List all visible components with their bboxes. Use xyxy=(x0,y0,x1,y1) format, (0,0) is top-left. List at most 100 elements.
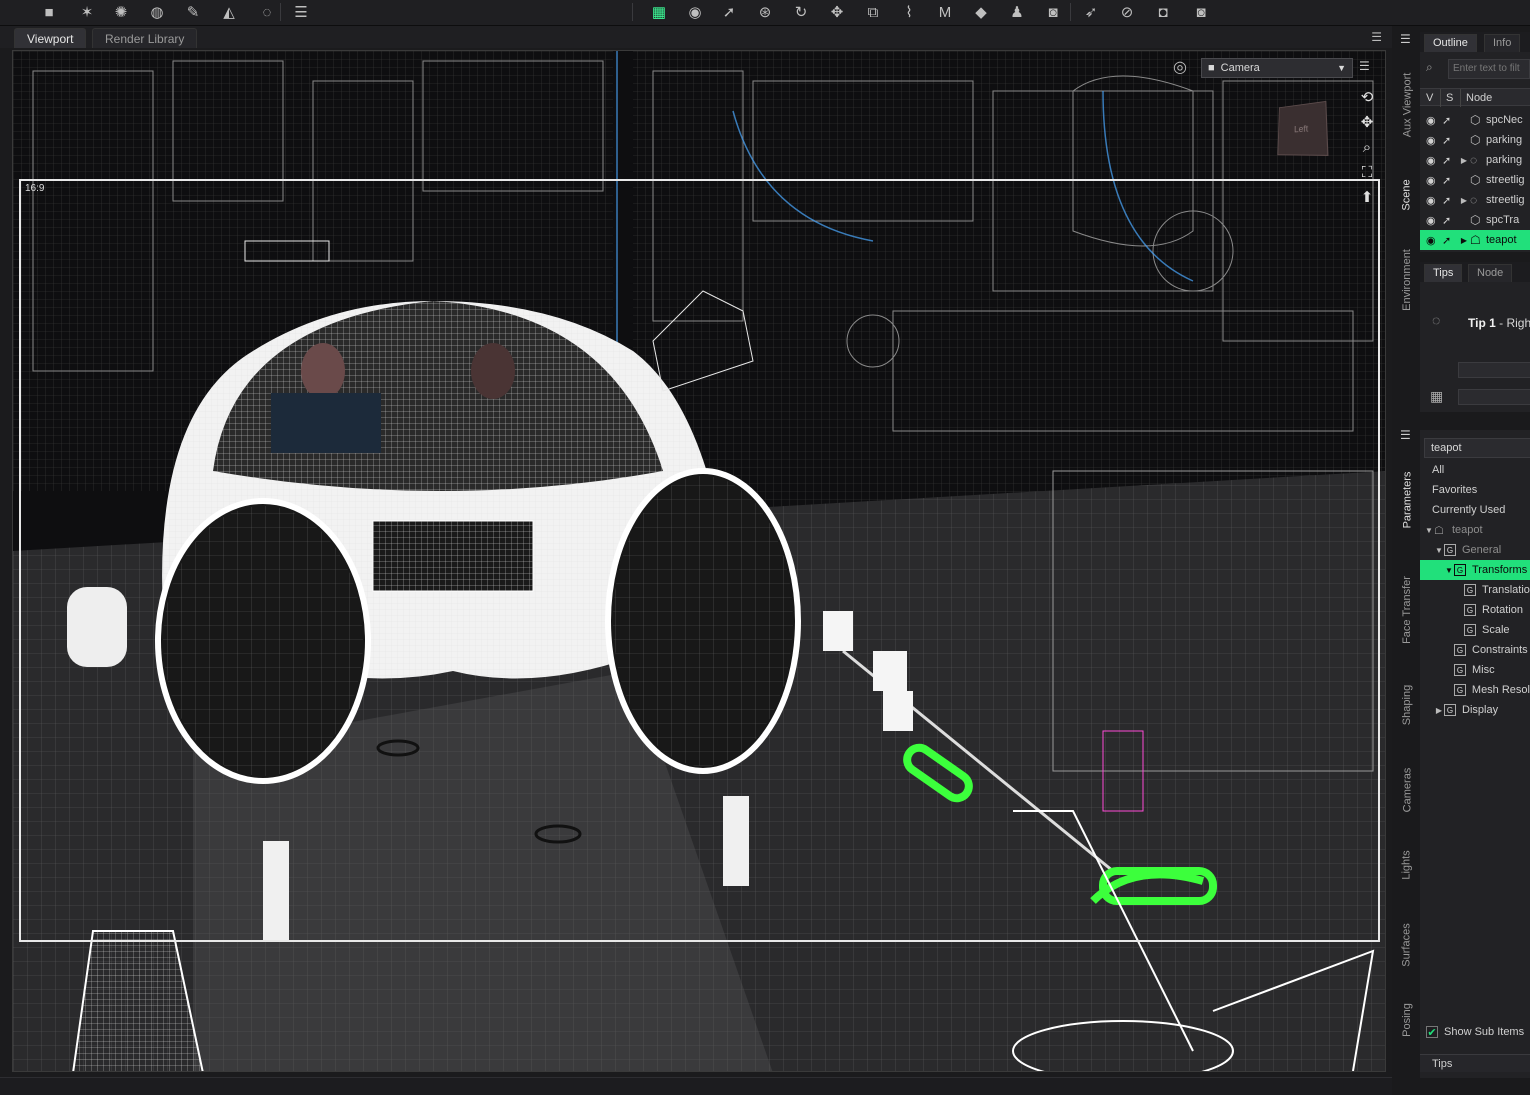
parameter-tree-item[interactable]: G Translatio xyxy=(1420,580,1530,600)
expand-arrow-icon[interactable]: ▶ xyxy=(1458,156,1470,165)
tab-posing[interactable]: Posing xyxy=(1396,995,1418,1045)
screenshot-icon[interactable]: ◘ xyxy=(1152,2,1174,22)
expand-arrow-icon[interactable]: ▼ xyxy=(1424,526,1434,535)
pose-pointer-icon[interactable]: ➶ xyxy=(1080,2,1102,22)
column-node[interactable]: Node xyxy=(1466,92,1492,104)
tab-aux-viewport[interactable]: Aux Viewport xyxy=(1396,50,1418,160)
3d-viewport[interactable]: 16:9 ◎ ■ Camera ▼ ☰ Left ⟲ ✥ ⌕ ⛶ ⬆ xyxy=(12,50,1386,1072)
tab-face-transfer[interactable]: Face Transfer xyxy=(1396,560,1418,660)
parameter-tree-item[interactable]: ▼ G Transforms xyxy=(1420,560,1530,580)
selectable-pointer-icon[interactable]: ➚ xyxy=(1442,214,1458,227)
tab-info[interactable]: Info xyxy=(1484,34,1521,52)
clapper-icon[interactable]: ▦ xyxy=(1430,388,1443,405)
tab-viewport[interactable]: Viewport xyxy=(14,28,87,48)
parameter-filter-item[interactable]: All xyxy=(1420,460,1530,480)
tab-lights[interactable]: Lights xyxy=(1396,840,1418,890)
expand-arrow-icon[interactable]: ▶ xyxy=(1458,196,1470,205)
figure-icon[interactable]: ♟ xyxy=(1006,2,1028,22)
wand-icon[interactable]: ✎ xyxy=(182,2,204,22)
geometry-editor-icon[interactable]: ◆ xyxy=(970,2,992,22)
visibility-eye-icon[interactable]: ◉ xyxy=(1426,154,1442,167)
camera-select[interactable]: ■ Camera ▼ xyxy=(1201,58,1353,78)
tab-node[interactable]: Node xyxy=(1468,264,1513,282)
frame-icon[interactable]: ⛶ xyxy=(1357,162,1377,182)
visibility-eye-icon[interactable]: ◉ xyxy=(1426,114,1442,127)
universal-tool-icon[interactable]: ⊛ xyxy=(754,2,776,22)
tab-surfaces[interactable]: Surfaces xyxy=(1396,910,1418,980)
geometry-icon[interactable]: ◌ xyxy=(256,2,278,22)
pointer-icon[interactable]: ➚ xyxy=(718,2,740,22)
globe-icon[interactable]: ◎ xyxy=(1173,57,1187,77)
scene-node-row[interactable]: ◉ ➚ ⬡ spcNec xyxy=(1420,110,1530,130)
node-weight-icon[interactable]: ⊘ xyxy=(1116,2,1138,22)
scene-node-row[interactable]: ◉ ➚ ⬡ spcTra xyxy=(1420,210,1530,230)
column-s[interactable]: S xyxy=(1446,92,1453,104)
pan-icon[interactable]: ✥ xyxy=(1357,112,1377,132)
render-icon[interactable]: ◙ xyxy=(1042,2,1064,22)
scene-node-row[interactable]: ◉ ➚ ▶ ◌ streetlig xyxy=(1420,190,1530,210)
selectable-pointer-icon[interactable]: ➚ xyxy=(1442,114,1458,127)
parameter-filter-item[interactable]: Currently Used xyxy=(1420,500,1530,520)
dock-menu-icon[interactable]: ☰ xyxy=(1400,32,1411,46)
visibility-eye-icon[interactable]: ◉ xyxy=(1426,234,1442,247)
tab-parameters[interactable]: Parameters xyxy=(1396,460,1418,540)
parameter-tree-item[interactable]: G Mesh Resol xyxy=(1420,680,1530,700)
camera-icon[interactable]: ■ xyxy=(38,2,60,22)
expand-arrow-icon[interactable]: ▶ xyxy=(1434,706,1444,715)
tab-tips-bottom[interactable]: Tips xyxy=(1420,1054,1530,1072)
visibility-eye-icon[interactable]: ◉ xyxy=(1426,214,1442,227)
align-icon[interactable]: ☰ xyxy=(290,2,312,22)
tab-render-library[interactable]: Render Library xyxy=(92,28,198,48)
parameter-search-input[interactable]: teapot xyxy=(1424,438,1530,458)
scene-filter-input[interactable]: Enter text to filt xyxy=(1448,59,1530,79)
tab-tips[interactable]: Tips xyxy=(1424,264,1463,282)
scene-node-row[interactable]: ◉ ➚ ⬡ parking xyxy=(1420,130,1530,150)
tab-cameras[interactable]: Cameras xyxy=(1396,755,1418,825)
tab-shaping[interactable]: Shaping xyxy=(1396,670,1418,740)
column-v[interactable]: V xyxy=(1426,92,1433,104)
visibility-eye-icon[interactable]: ◉ xyxy=(1426,174,1442,187)
scene-node-row[interactable]: ◉ ➚ ▶ ☖ teapot xyxy=(1420,230,1530,250)
selectable-pointer-icon[interactable]: ➚ xyxy=(1442,194,1458,207)
joint-editor-icon[interactable]: ⌇ xyxy=(898,2,920,22)
tip-bar[interactable] xyxy=(1458,389,1530,405)
parameter-tree-item[interactable]: G Misc xyxy=(1420,660,1530,680)
parameter-tree-item[interactable]: G Rotation xyxy=(1420,600,1530,620)
parameter-tree-item[interactable]: G Constraints xyxy=(1420,640,1530,660)
move-icon[interactable]: ✥ xyxy=(826,2,848,22)
scene-node-row[interactable]: ◉ ➚ ⬡ streetlig xyxy=(1420,170,1530,190)
expand-arrow-icon[interactable]: ▶ xyxy=(1458,236,1470,245)
viewport-tab-menu-icon[interactable]: ☰ xyxy=(1371,30,1382,44)
parameter-tree-item[interactable]: ▶ G Display xyxy=(1420,700,1530,720)
scale-icon[interactable]: ⧉ xyxy=(862,2,884,22)
parameter-tree-item[interactable]: G Scale xyxy=(1420,620,1530,640)
parameter-tree-item[interactable]: ▼ G General xyxy=(1420,540,1530,560)
expand-arrow-icon[interactable]: ▼ xyxy=(1434,546,1444,555)
tab-environment[interactable]: Environment xyxy=(1396,230,1418,330)
dock-menu-icon-lower[interactable]: ☰ xyxy=(1400,428,1411,442)
expand-arrow-icon[interactable]: ▼ xyxy=(1444,566,1454,575)
orbit-icon[interactable]: ⟲ xyxy=(1357,87,1377,107)
selectable-pointer-icon[interactable]: ➚ xyxy=(1442,174,1458,187)
visibility-eye-icon[interactable]: ◉ xyxy=(1426,134,1442,147)
scene-node-row[interactable]: ◉ ➚ ▶ ◌ parking xyxy=(1420,150,1530,170)
checkbox-icon[interactable]: ✔ xyxy=(1426,1026,1438,1039)
selectable-pointer-icon[interactable]: ➚ xyxy=(1442,154,1458,167)
rotate-icon[interactable]: ↻ xyxy=(790,2,812,22)
spotlight-icon[interactable]: ◍ xyxy=(146,2,168,22)
zoom-icon[interactable]: ⌕ xyxy=(1357,137,1377,157)
parameter-tree-item[interactable]: ▼ ☖ teapot xyxy=(1420,520,1530,540)
selectable-pointer-icon[interactable]: ➚ xyxy=(1442,134,1458,147)
parameter-filter-item[interactable]: Favorites xyxy=(1420,480,1530,500)
reset-view-icon[interactable]: ⬆ xyxy=(1357,187,1377,207)
tab-outline[interactable]: Outline xyxy=(1424,34,1477,52)
grid-view-icon[interactable]: ▦ xyxy=(648,2,670,22)
paint-bucket-icon[interactable]: ◭ xyxy=(218,2,240,22)
sphere-icon[interactable]: ◉ xyxy=(684,2,706,22)
visibility-eye-icon[interactable]: ◉ xyxy=(1426,194,1442,207)
show-sub-items-toggle[interactable]: ✔ Show Sub Items xyxy=(1426,1026,1524,1039)
view-cube[interactable]: Left xyxy=(1277,100,1329,157)
render-camera-icon[interactable]: ◙ xyxy=(1190,2,1212,22)
tab-scene[interactable]: Scene xyxy=(1396,165,1418,225)
selectable-pointer-icon[interactable]: ➚ xyxy=(1442,234,1458,247)
